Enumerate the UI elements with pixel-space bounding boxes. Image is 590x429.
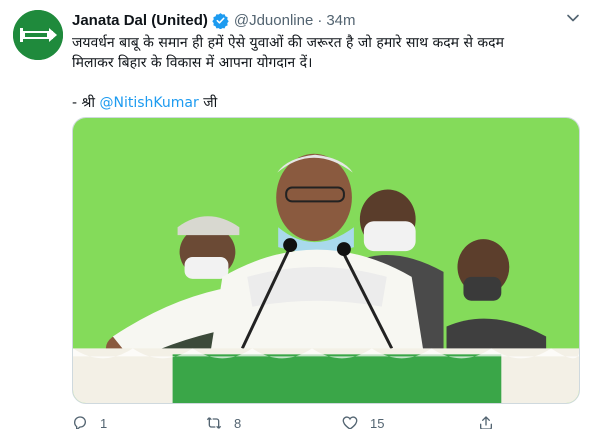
- author-handle[interactable]: @Jduonline: [234, 12, 313, 29]
- tweet-text: जयवर्धन बाबू के समान ही हमें ऐसे युवाओं …: [72, 33, 572, 113]
- separator-dot: ·: [317, 11, 323, 29]
- speech-photo: [73, 118, 579, 403]
- tweet-card[interactable]: Janata Dal (United) @Jduonline · 34m जयव…: [0, 0, 590, 429]
- reply-icon: [74, 416, 86, 429]
- retweet-count: 8: [234, 415, 242, 429]
- share-button[interactable]: [478, 414, 494, 429]
- avatar[interactable]: [13, 10, 63, 60]
- share-icon: [480, 416, 492, 429]
- tweet-text-line: मिलाकर बिहार के विकास में आपना योगदान दे…: [72, 55, 313, 71]
- tweet-text-line: जयवर्धन बाबू के समान ही हमें ऐसे युवाओं …: [72, 35, 504, 51]
- reply-count: 1: [100, 415, 108, 429]
- like-count: 15: [370, 415, 385, 429]
- attribution-suffix: जी: [198, 95, 218, 111]
- retweet-icon: [206, 417, 222, 429]
- retweet-button[interactable]: 8: [206, 414, 241, 429]
- verified-badge-icon: [212, 12, 229, 29]
- chevron-down-icon[interactable]: [566, 11, 580, 25]
- tweet-photo[interactable]: [72, 117, 580, 404]
- tweet-attribution: - श्री @NitishKumar जी: [72, 93, 572, 113]
- reply-button[interactable]: 1: [72, 414, 107, 429]
- author-name[interactable]: Janata Dal (United): [72, 12, 208, 29]
- tweet-actions: 1 8 15: [72, 414, 572, 429]
- attribution-prefix: - श्री: [72, 95, 100, 111]
- jdu-arrow-logo-icon: [13, 10, 63, 60]
- mention-link[interactable]: @NitishKumar: [100, 95, 199, 111]
- tweet-header: Janata Dal (United) @Jduonline · 34m: [72, 10, 356, 30]
- heart-icon: [342, 416, 358, 429]
- tweet-time[interactable]: 34m: [326, 12, 355, 29]
- like-button[interactable]: 15: [342, 414, 384, 429]
